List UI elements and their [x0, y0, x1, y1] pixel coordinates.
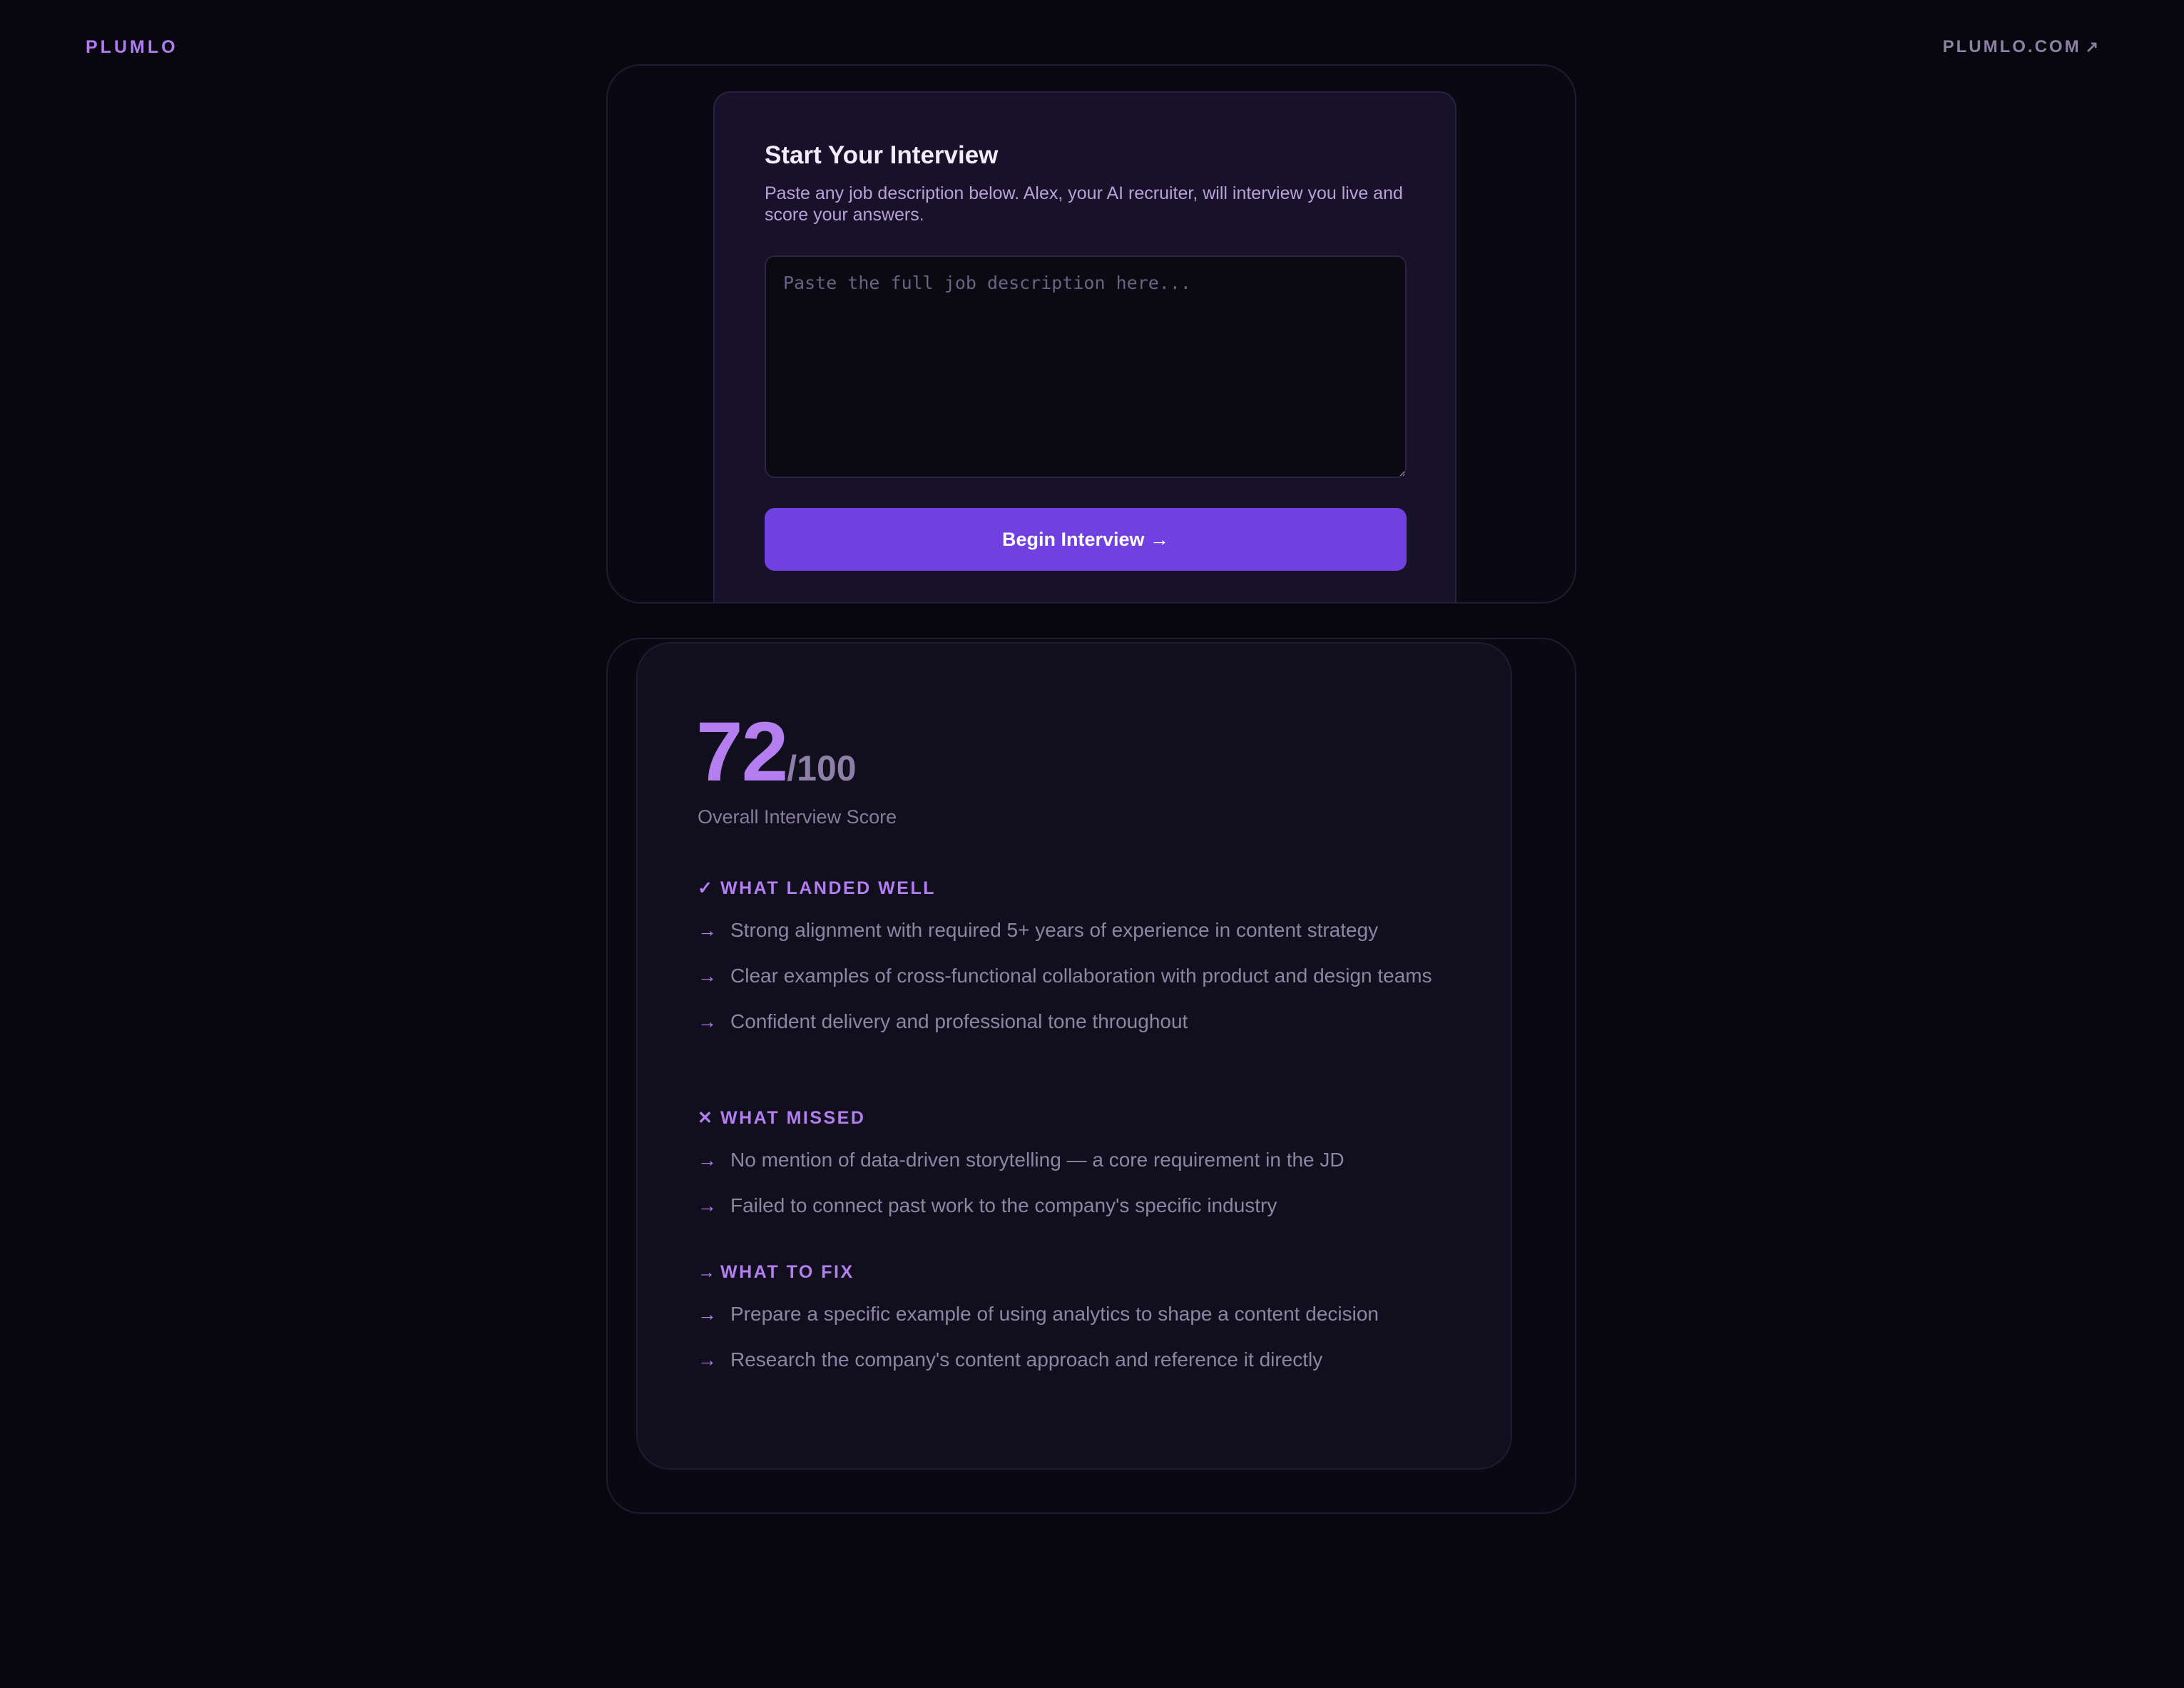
arrow-right-icon: →: [698, 1262, 715, 1282]
interview-form-card: Start Your Interview Paste any job descr…: [713, 91, 1456, 602]
form-title: Start Your Interview: [765, 141, 999, 169]
check-icon: ✓: [698, 878, 713, 898]
site-link-label: PLUMLO.COM: [1942, 37, 2081, 56]
section-heading: ✕ WHAT MISSED: [698, 1106, 1468, 1130]
item-text: Clear examples of cross-functional colla…: [730, 965, 1432, 987]
section-title: WHAT TO FIX: [720, 1262, 854, 1282]
arrow-right-icon: →: [698, 920, 717, 941]
job-description-input[interactable]: [765, 255, 1407, 478]
begin-interview-button[interactable]: Begin Interview →: [765, 508, 1407, 571]
arrow-right-icon: →: [698, 965, 717, 987]
feedback-list: → Strong alignment with required 5+ year…: [698, 915, 1468, 1037]
list-item: → Prepare a specific example of using an…: [698, 1298, 1468, 1330]
arrow-right-icon: →: [698, 1303, 717, 1325]
section-title: WHAT LANDED WELL: [720, 878, 936, 898]
item-text: Research the company's content approach …: [730, 1348, 1323, 1371]
x-icon: ✕: [698, 1108, 713, 1128]
score-label: Overall Interview Score: [698, 806, 897, 828]
item-text: Failed to connect past work to the compa…: [730, 1194, 1277, 1216]
feedback-list: → Prepare a specific example of using an…: [698, 1298, 1468, 1376]
section-landed-well: ✓ WHAT LANDED WELL → Strong alignment wit…: [698, 876, 1468, 1037]
form-description: Paste any job description below. Alex, y…: [765, 183, 1403, 225]
score-max: /100: [787, 748, 857, 788]
item-text: No mention of data-driven storytelling —…: [730, 1149, 1344, 1171]
section-title: WHAT MISSED: [720, 1108, 866, 1128]
section-heading: → WHAT TO FIX: [698, 1260, 1468, 1284]
brand-logo[interactable]: PLUMLO: [86, 37, 178, 58]
site-link[interactable]: PLUMLO.COM ↗: [1943, 37, 2098, 57]
section-what-missed: ✕ WHAT MISSED → No mention of data-driven…: [698, 1106, 1468, 1221]
feedback-list: → No mention of data-driven storytelling…: [698, 1144, 1468, 1221]
section-what-to-fix: → WHAT TO FIX → Prepare a specific exampl…: [698, 1260, 1468, 1376]
list-item: → Research the company's content approac…: [698, 1344, 1468, 1376]
section-heading: ✓ WHAT LANDED WELL: [698, 876, 1468, 900]
list-item: → Failed to connect past work to the com…: [698, 1190, 1468, 1221]
list-item: → No mention of data-driven storytelling…: [698, 1144, 1468, 1176]
list-item: → Clear examples of cross-functional col…: [698, 960, 1468, 992]
item-text: Strong alignment with required 5+ years …: [730, 919, 1379, 941]
item-text: Prepare a specific example of using anal…: [730, 1303, 1379, 1325]
list-item: → Strong alignment with required 5+ year…: [698, 915, 1468, 946]
score-display: 72/100: [696, 709, 857, 795]
arrow-right-icon: →: [698, 1195, 717, 1216]
arrow-right-icon: →: [698, 1349, 717, 1371]
score-value: 72: [696, 705, 788, 799]
arrow-up-right-icon: ↗: [2085, 38, 2098, 56]
item-text: Confident delivery and professional tone…: [730, 1010, 1188, 1032]
list-item: → Confident delivery and professional to…: [698, 1006, 1468, 1037]
interview-frame: Start Your Interview Paste any job descr…: [606, 64, 1576, 604]
results-card: 72/100 Overall Interview Score ✓ WHAT LAN…: [636, 642, 1512, 1470]
results-frame: 72/100 Overall Interview Score ✓ WHAT LAN…: [606, 638, 1576, 1514]
arrow-right-icon: →: [698, 1149, 717, 1171]
arrow-right-icon: →: [698, 1011, 717, 1032]
